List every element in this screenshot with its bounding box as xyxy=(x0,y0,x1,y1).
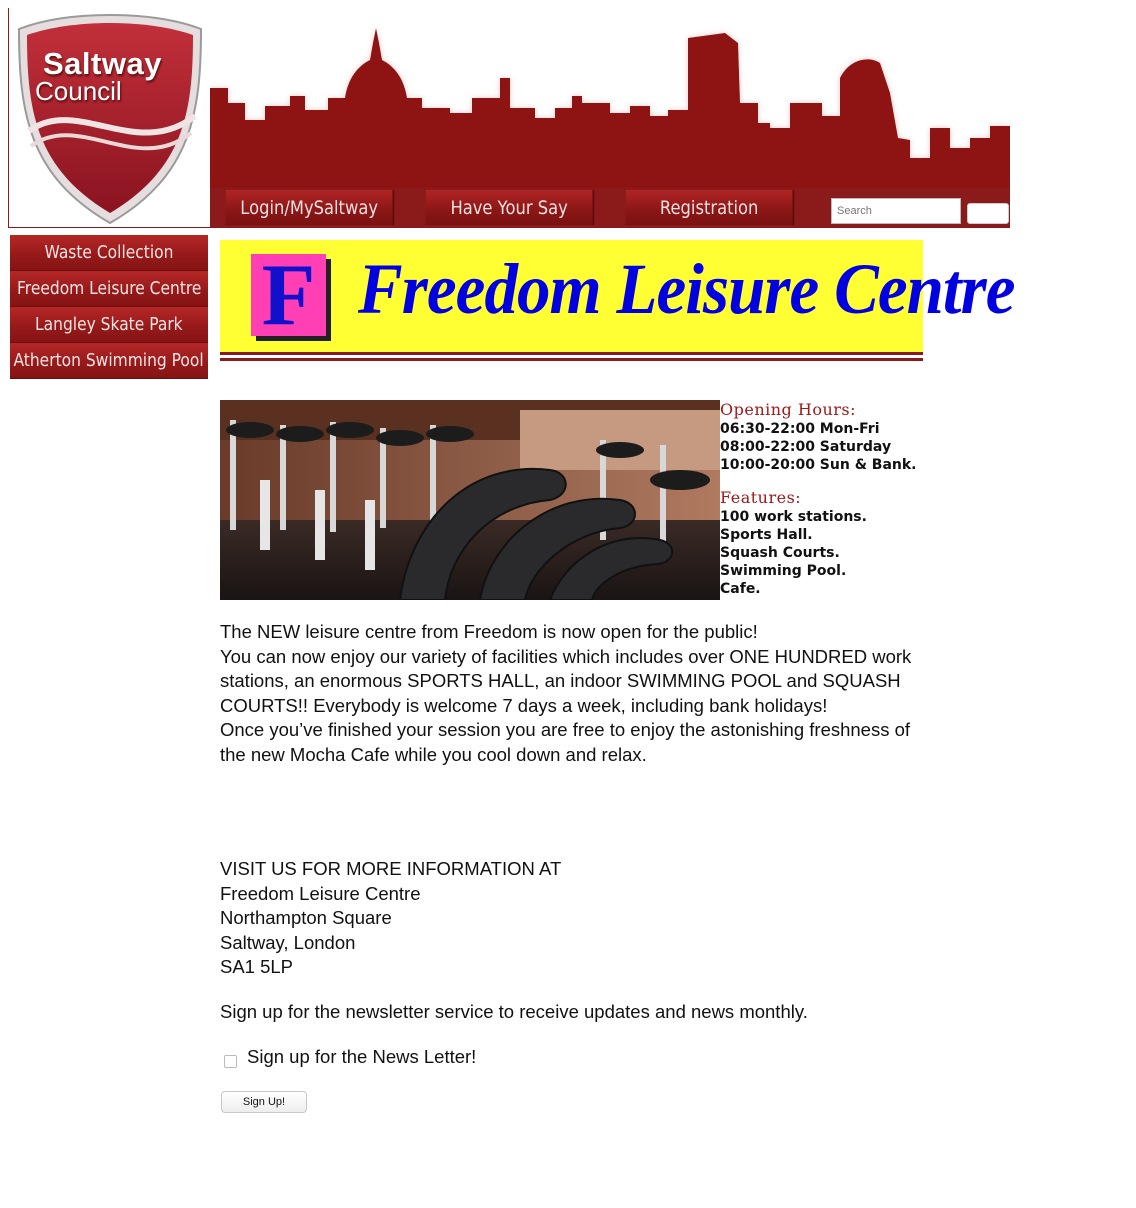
sidebar-menu: Waste Collection Freedom Leisure Centre … xyxy=(10,235,208,379)
feature-item: Swimming Pool. xyxy=(720,563,847,579)
address-postcode: SA1 5LP xyxy=(220,956,294,977)
feature-item: Cafe. xyxy=(720,581,761,597)
feature-item: Sports Hall. xyxy=(720,527,813,543)
top-navigation: Login/MySaltway Have Your Say Registrati… xyxy=(210,188,1010,228)
sidebar-item-label: Atherton Swimming Pool xyxy=(13,350,205,371)
newsletter-description: Sign up for the newsletter service to re… xyxy=(220,1001,808,1022)
search-input[interactable] xyxy=(831,198,961,224)
banner-divider xyxy=(220,358,923,361)
saltway-council-shield-logo xyxy=(17,13,203,225)
logo-area[interactable]: Saltway Council xyxy=(8,8,210,228)
contact-address: VISIT US FOR MORE INFORMATION AT Freedom… xyxy=(220,857,561,980)
address-line: Northampton Square xyxy=(220,907,392,928)
feature-item: 100 work stations. xyxy=(720,509,867,525)
banner-divider xyxy=(220,352,923,355)
search-button[interactable] xyxy=(967,203,1009,224)
freedom-f-letter: F xyxy=(261,247,316,344)
newsletter-checkbox[interactable] xyxy=(224,1054,237,1068)
city-skyline-banner xyxy=(210,28,1010,190)
visit-heading: VISIT US FOR MORE INFORMATION AT xyxy=(220,858,562,879)
nav-have-your-say[interactable]: Have Your Say xyxy=(425,190,595,225)
main-content: The NEW leisure centre from Freedom is n… xyxy=(220,620,932,767)
sidebar-item-freedom-leisure-centre[interactable]: Freedom Leisure Centre xyxy=(10,271,208,307)
newsletter-checkbox-label[interactable]: Sign up for the News Letter! xyxy=(247,1045,476,1070)
sidebar-item-label: Freedom Leisure Centre xyxy=(16,278,202,299)
logo-title-council: Council xyxy=(35,76,122,106)
intro-paragraph: The NEW leisure centre from Freedom is n… xyxy=(220,621,758,642)
sidebar-item-langley-skate-park[interactable]: Langley Skate Park xyxy=(10,307,208,343)
opening-hours-heading: Opening Hours: xyxy=(720,400,857,419)
nav-login-mysaltway[interactable]: Login/MySaltway xyxy=(225,190,395,225)
cafe-paragraph: Once you’ve finished your session you ar… xyxy=(220,719,911,765)
sidebar-item-atherton-swimming-pool[interactable]: Atherton Swimming Pool xyxy=(10,343,208,379)
address-line: Saltway, London xyxy=(220,931,356,953)
features-heading: Features: xyxy=(720,488,802,507)
facilities-paragraph: You can now enjoy our variety of facilit… xyxy=(220,645,912,716)
sidebar-item-label: Langley Skate Park xyxy=(35,314,183,335)
sign-up-button[interactable]: Sign Up! xyxy=(221,1091,307,1113)
nav-registration[interactable]: Registration xyxy=(625,190,795,225)
address-line: Freedom Leisure Centre xyxy=(220,882,421,904)
leisure-centre-banner: F Freedom Leisure Centre xyxy=(220,240,1015,362)
feature-item: Squash Courts. xyxy=(720,545,840,561)
banner-title: Freedom Leisure Centre xyxy=(358,249,1015,329)
opening-hours-line: 10:00-20:00 Sun & Bank. xyxy=(720,457,917,473)
opening-hours-line: 08:00-22:00 Saturday xyxy=(720,439,892,455)
newsletter-checkbox-row: Sign up for the News Letter! xyxy=(224,1045,476,1070)
sidebar-item-label: Waste Collection xyxy=(44,242,174,263)
sidebar-item-waste-collection[interactable]: Waste Collection xyxy=(10,235,208,271)
opening-hours-line: 06:30-22:00 Mon-Fri xyxy=(720,421,880,437)
info-panel: Opening Hours: 06:30-22:00 Mon-Fri 08:00… xyxy=(720,400,920,598)
freedom-f-logo: F xyxy=(251,248,326,343)
gym-bikes-photo xyxy=(220,400,720,600)
